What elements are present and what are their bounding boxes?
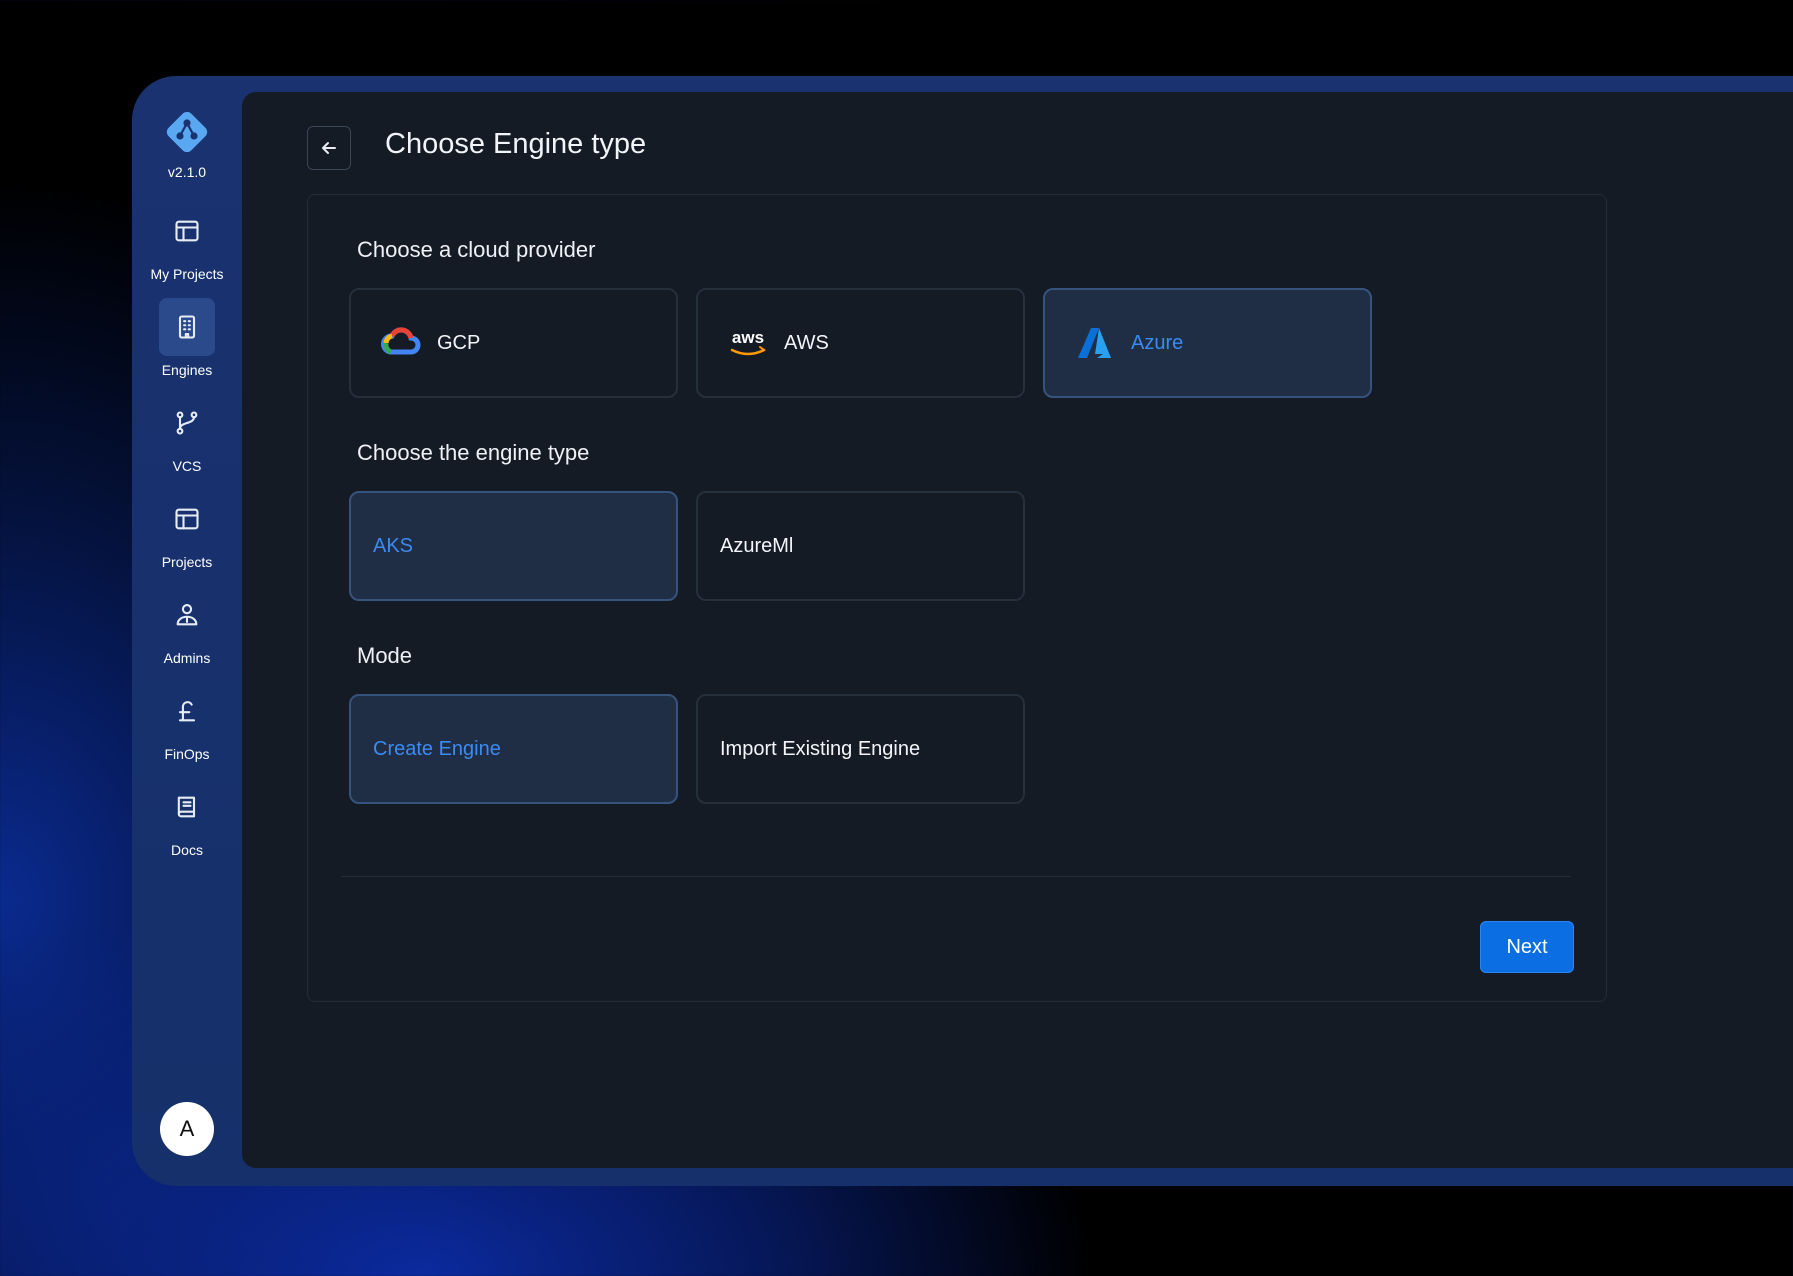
sidebar-item-engines[interactable]: Engines [159,298,215,378]
sidebar: v2.1.0 My Projects Engines VCS Projects [132,76,242,1186]
provider-option-label: Azure [1131,331,1184,354]
logo-icon [166,111,208,153]
main-content: Choose Engine type Choose a cloud provid… [242,92,1793,1168]
engine-option-azureml[interactable]: AzureMl [696,491,1025,601]
engine-type-panel: Choose a cloud provider GCP aws AWS Azur… [307,194,1607,1002]
layout-icon [159,490,215,548]
azure-logo-icon [1073,325,1117,361]
sidebar-item-vcs[interactable]: VCS [159,394,215,474]
building-icon [159,298,215,356]
app-version: v2.1.0 [167,164,207,180]
sidebar-item-label: Docs [171,842,203,858]
layout-icon [159,202,215,260]
mode-option-label: Import Existing Engine [720,737,921,760]
back-button[interactable] [307,126,351,170]
sidebar-item-my-projects[interactable]: My Projects [150,202,224,282]
sidebar-item-label: Engines [161,362,213,378]
sidebar-item-docs[interactable]: Docs [159,778,215,858]
engine-type-section-title: Choose the engine type [357,440,590,465]
sidebar-item-finops[interactable]: FinOps [159,682,215,762]
admin-user-icon [159,586,215,644]
sidebar-item-label: FinOps [164,746,210,762]
aws-logo-icon: aws [726,325,770,361]
book-icon [159,778,215,836]
provider-option-aws[interactable]: aws AWS [696,288,1025,398]
engine-option-label: AKS [373,534,414,557]
sidebar-nav: My Projects Engines VCS Projects Admins [150,202,224,874]
gcp-logo-icon [379,325,423,361]
mode-option-import-existing-engine[interactable]: Import Existing Engine [696,694,1025,804]
provider-option-gcp[interactable]: GCP [349,288,678,398]
sidebar-item-label: Admins [163,650,211,666]
next-button[interactable]: Next [1480,921,1574,973]
panel-divider [341,876,1571,877]
sidebar-item-label: VCS [172,458,202,474]
provider-option-label: GCP [437,331,481,354]
provider-section-title: Choose a cloud provider [357,237,596,262]
sidebar-item-admins[interactable]: Admins [159,586,215,666]
page-title: Choose Engine type [385,128,647,160]
provider-option-azure[interactable]: Azure [1043,288,1372,398]
mode-option-label: Create Engine [373,737,501,760]
arrow-left-icon [322,142,336,154]
sidebar-item-label: Projects [161,554,213,570]
sidebar-item-projects[interactable]: Projects [159,490,215,570]
mode-section-title: Mode [357,643,413,668]
engine-option-label: AzureMl [720,534,794,557]
app-logo: v2.1.0 [161,106,213,180]
git-branch-icon [159,394,215,452]
svg-text:aws: aws [732,328,764,347]
provider-option-label: AWS [784,331,829,354]
avatar[interactable]: A [160,1102,214,1156]
pound-icon [159,682,215,740]
sidebar-item-label: My Projects [150,266,224,282]
engine-option-aks[interactable]: AKS [349,491,678,601]
mode-option-create-engine[interactable]: Create Engine [349,694,678,804]
